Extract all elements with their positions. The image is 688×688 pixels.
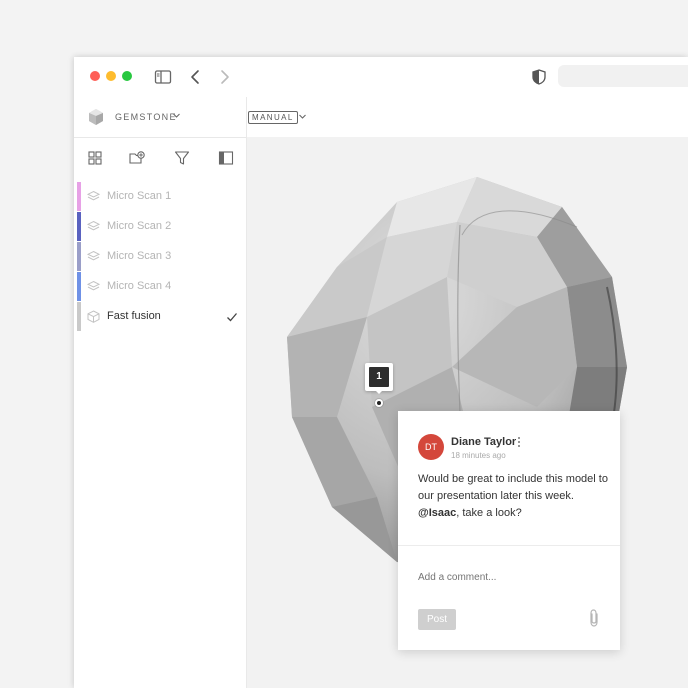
layer-item-micro-scan-1[interactable]: Micro Scan 1 (77, 182, 246, 211)
chevron-down-icon (173, 113, 180, 118)
layer-color-bar (77, 302, 81, 331)
pin-dot (377, 401, 381, 405)
chevron-left-icon[interactable] (187, 68, 205, 86)
layer-item-fast-fusion[interactable]: Fast fusion (77, 302, 246, 331)
layer-item-micro-scan-2[interactable]: Micro Scan 2 (77, 212, 246, 241)
cube-icon (87, 310, 100, 323)
viewport-toolbar: MANUAL (247, 97, 688, 137)
layers-icon (87, 190, 100, 201)
title-bar (74, 57, 688, 97)
sidebar: GEMSTONE Micro Scan 1 Micro Scan 2 Micro… (74, 97, 247, 688)
project-selector[interactable]: GEMSTONE (74, 97, 246, 138)
layer-item-micro-scan-4[interactable]: Micro Scan 4 (77, 272, 246, 301)
filter-icon[interactable] (174, 150, 190, 166)
close-window-button[interactable] (90, 71, 100, 81)
viewport[interactable]: MANUAL 1 DT Diane Taylor 18 minutes ago … (247, 97, 688, 688)
checkmark-icon (227, 313, 237, 322)
comment-timestamp: 18 minutes ago (451, 451, 506, 460)
annotation-marker[interactable]: 1 (365, 363, 393, 394)
comment-body: Would be great to include this model to … (418, 471, 608, 522)
tool-row (74, 141, 246, 171)
layer-label: Micro Scan 2 (107, 220, 172, 232)
marker-pointer (375, 390, 383, 394)
chevron-right-icon[interactable] (215, 68, 233, 86)
comment-input[interactable] (418, 572, 588, 583)
layer-label: Micro Scan 4 (107, 280, 172, 292)
chevron-down-icon[interactable] (298, 112, 307, 121)
app-window: GEMSTONE Micro Scan 1 Micro Scan 2 Micro… (74, 57, 688, 688)
layer-label: Fast fusion (107, 310, 161, 322)
paperclip-icon[interactable] (587, 608, 601, 628)
grid-icon[interactable] (87, 150, 103, 166)
address-bar[interactable] (558, 65, 688, 87)
mode-badge[interactable]: MANUAL (248, 111, 298, 124)
panel-icon[interactable] (218, 150, 234, 166)
comment-text-end: , take a look? (456, 507, 522, 519)
comment-author: Diane Taylor (451, 436, 517, 448)
gem-icon (89, 109, 103, 125)
shield-icon[interactable] (530, 68, 548, 86)
mention-link[interactable]: @Isaac (418, 507, 456, 519)
layer-color-bar (77, 182, 81, 211)
divider (398, 545, 620, 546)
layers-icon (87, 250, 100, 261)
annotation-pin[interactable] (375, 399, 383, 407)
avatar[interactable]: DT (418, 434, 444, 460)
maximize-window-button[interactable] (122, 71, 132, 81)
add-folder-icon[interactable] (129, 150, 145, 166)
sidebar-toggle-icon[interactable] (154, 68, 172, 86)
layer-label: Micro Scan 1 (107, 190, 172, 202)
layer-color-bar (77, 272, 81, 301)
layer-color-bar (77, 242, 81, 271)
minimize-window-button[interactable] (106, 71, 116, 81)
comment-text: Would be great to include this model to … (418, 473, 608, 502)
layer-color-bar (77, 212, 81, 241)
more-options-icon[interactable] (516, 436, 522, 448)
post-button[interactable]: Post (418, 609, 456, 630)
project-name: GEMSTONE (115, 112, 177, 122)
layers-icon (87, 220, 100, 231)
annotation-number: 1 (369, 367, 389, 387)
comment-card: DT Diane Taylor 18 minutes ago Would be … (398, 411, 620, 650)
layer-item-micro-scan-3[interactable]: Micro Scan 3 (77, 242, 246, 271)
layers-icon (87, 280, 100, 291)
layer-label: Micro Scan 3 (107, 250, 172, 262)
